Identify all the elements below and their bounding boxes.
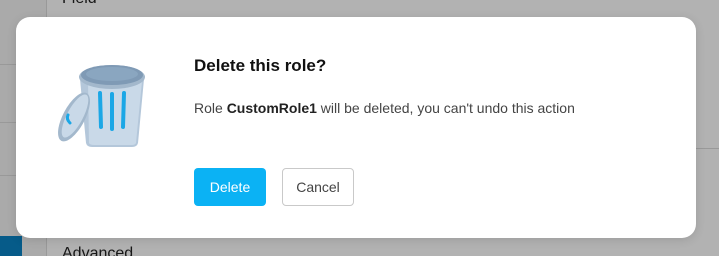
message-suffix: will be deleted, you can't undo this act… — [316, 100, 575, 116]
cancel-button[interactable]: Cancel — [282, 168, 354, 206]
dialog-title: Delete this role? — [194, 56, 327, 75]
trash-can-icon — [54, 57, 150, 149]
message-prefix: Role — [194, 100, 227, 116]
delete-button[interactable]: Delete — [194, 168, 266, 206]
dialog-message: Role CustomRole1 will be deleted, you ca… — [194, 100, 575, 116]
delete-role-dialog: Delete this role? Role CustomRole1 will … — [16, 17, 696, 238]
role-name: CustomRole1 — [226, 100, 317, 116]
